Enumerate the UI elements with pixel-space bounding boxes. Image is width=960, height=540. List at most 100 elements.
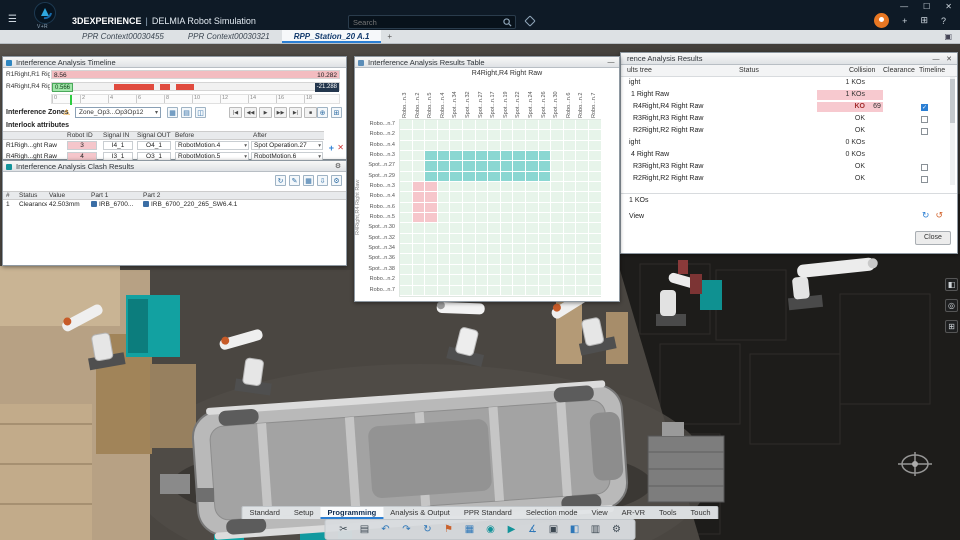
matrix-cell[interactable] [437, 192, 451, 203]
close-button[interactable]: Close [915, 231, 951, 245]
matrix-cell[interactable] [563, 182, 577, 193]
matrix-cell[interactable] [513, 192, 526, 203]
report-icon[interactable]: ▥ [588, 522, 604, 538]
matrix-cell[interactable] [425, 171, 438, 183]
matrix-cell[interactable] [538, 275, 552, 286]
matrix-cell[interactable] [488, 254, 501, 265]
close-window-icon[interactable]: ✕ [945, 2, 952, 11]
matrix-cell[interactable] [538, 285, 552, 296]
matrix-cell[interactable] [563, 254, 577, 265]
matrix-cell[interactable] [563, 151, 577, 162]
matrix-cell[interactable] [538, 213, 552, 224]
matrix-cell[interactable] [462, 130, 476, 141]
matrix-cell[interactable] [488, 213, 501, 224]
fullscreen-icon[interactable]: ▣ [944, 32, 952, 41]
matrix-cell[interactable] [500, 202, 514, 214]
undo-icon[interactable]: ↶ [378, 522, 394, 538]
matrix-cell[interactable] [563, 171, 577, 183]
export-icon[interactable]: ⇩ [317, 175, 328, 186]
document-tab[interactable]: RPP_Station_20 A.1 [281, 30, 382, 43]
matrix-cell[interactable] [525, 223, 539, 234]
matrix-cell[interactable] [425, 151, 438, 162]
matrix-cell[interactable] [412, 120, 426, 131]
matrix-cell[interactable] [551, 182, 564, 193]
minimize-panel-icon[interactable]: — [931, 55, 941, 64]
timeline-checkbox[interactable] [921, 115, 928, 123]
matrix-cell[interactable] [400, 130, 413, 141]
menu-icon[interactable]: ☰ [8, 14, 17, 25]
matrix-cell[interactable] [538, 130, 552, 141]
matrix-cell[interactable] [412, 202, 426, 214]
results-tree-row[interactable]: R2Right,R2 Right Raw OK [621, 173, 949, 185]
matrix-cell[interactable] [462, 285, 476, 296]
matrix-cell[interactable] [412, 223, 426, 234]
matrix-cell[interactable] [576, 182, 589, 193]
matrix-cell[interactable] [588, 130, 602, 141]
matrix-cell[interactable] [563, 285, 577, 296]
cut-icon[interactable]: ✂ [336, 522, 352, 538]
matrix-cell[interactable] [538, 120, 552, 131]
matrix-cell[interactable] [475, 140, 489, 152]
matrix-cell[interactable] [437, 202, 451, 214]
matrix-cell[interactable] [525, 213, 539, 224]
matrix-cell[interactable] [475, 192, 489, 203]
play-simulation-icon[interactable]: ▶ [504, 522, 520, 538]
matrix-cell[interactable] [588, 223, 602, 234]
matrix-cell[interactable] [400, 275, 413, 286]
matrix-cell[interactable] [425, 120, 438, 131]
matrix-cell[interactable] [513, 140, 526, 152]
matrix-cell[interactable] [563, 233, 577, 245]
matrix-cell[interactable] [551, 130, 564, 141]
refresh-results-icon[interactable]: ↻ [275, 175, 286, 186]
matrix-cell[interactable] [450, 202, 463, 214]
matrix-cell[interactable] [488, 275, 501, 286]
matrix-cell[interactable] [462, 161, 476, 172]
matrix-cell[interactable] [475, 130, 489, 141]
matrix-cell[interactable] [538, 233, 552, 245]
matrix-cell[interactable] [475, 254, 489, 265]
matrix-cell[interactable] [488, 244, 501, 255]
matrix-cell[interactable] [588, 202, 602, 214]
zone-dropdown[interactable]: Zone_Op3...Op3Op12 ▾ [75, 107, 161, 118]
matrix-cell[interactable] [525, 130, 539, 141]
matrix-cell[interactable] [576, 192, 589, 203]
minimize-panel-icon[interactable]: — [606, 58, 616, 67]
matrix-cell[interactable] [475, 244, 489, 255]
matrix-cell[interactable] [588, 182, 602, 193]
matrix-cell[interactable] [475, 264, 489, 276]
matrix-cell[interactable] [551, 244, 564, 255]
matrix-cell[interactable] [588, 120, 602, 131]
matrix-cell[interactable] [588, 285, 602, 296]
matrix-cell[interactable] [576, 161, 589, 172]
ribbon-tab[interactable]: View [585, 507, 615, 519]
ribbon-tab[interactable]: Standard [242, 507, 286, 519]
matrix-cell[interactable] [412, 182, 426, 193]
view-cube-button[interactable]: ◧ [945, 278, 958, 291]
matrix-cell[interactable] [513, 254, 526, 265]
matrix-cell[interactable] [538, 151, 552, 162]
matrix-cell[interactable] [425, 254, 438, 265]
section-icon[interactable]: ◧ [567, 522, 583, 538]
matrix-cell[interactable] [500, 151, 514, 162]
remove-interlock-button[interactable]: ✕ [337, 143, 344, 152]
refresh-view-icon[interactable]: ↻ [922, 210, 930, 221]
matrix-cell[interactable] [488, 130, 501, 141]
timeline-track[interactable]: 8.56 10.282 [51, 70, 340, 79]
matrix-cell[interactable] [563, 223, 577, 234]
matrix-cell[interactable] [588, 192, 602, 203]
matrix-cell[interactable] [500, 244, 514, 255]
global-search[interactable] [348, 15, 516, 29]
matrix-cell[interactable] [488, 264, 501, 276]
matrix-cell[interactable] [525, 192, 539, 203]
matrix-cell[interactable] [576, 285, 589, 296]
matrix-cell[interactable] [462, 140, 476, 152]
stop-button[interactable]: ■ [304, 107, 317, 118]
matrix-cell[interactable] [475, 285, 489, 296]
matrix-cell[interactable] [513, 171, 526, 183]
matrix-cell[interactable] [475, 161, 489, 172]
matrix-cell[interactable] [513, 182, 526, 193]
panel-titlebar[interactable]: Interference Analysis Timeline [3, 57, 346, 68]
flag-icon[interactable]: ⚑ [441, 522, 457, 538]
panel-titlebar[interactable]: Interference Analysis Results Table [355, 57, 619, 68]
ribbon-tab[interactable]: Setup [287, 507, 321, 519]
